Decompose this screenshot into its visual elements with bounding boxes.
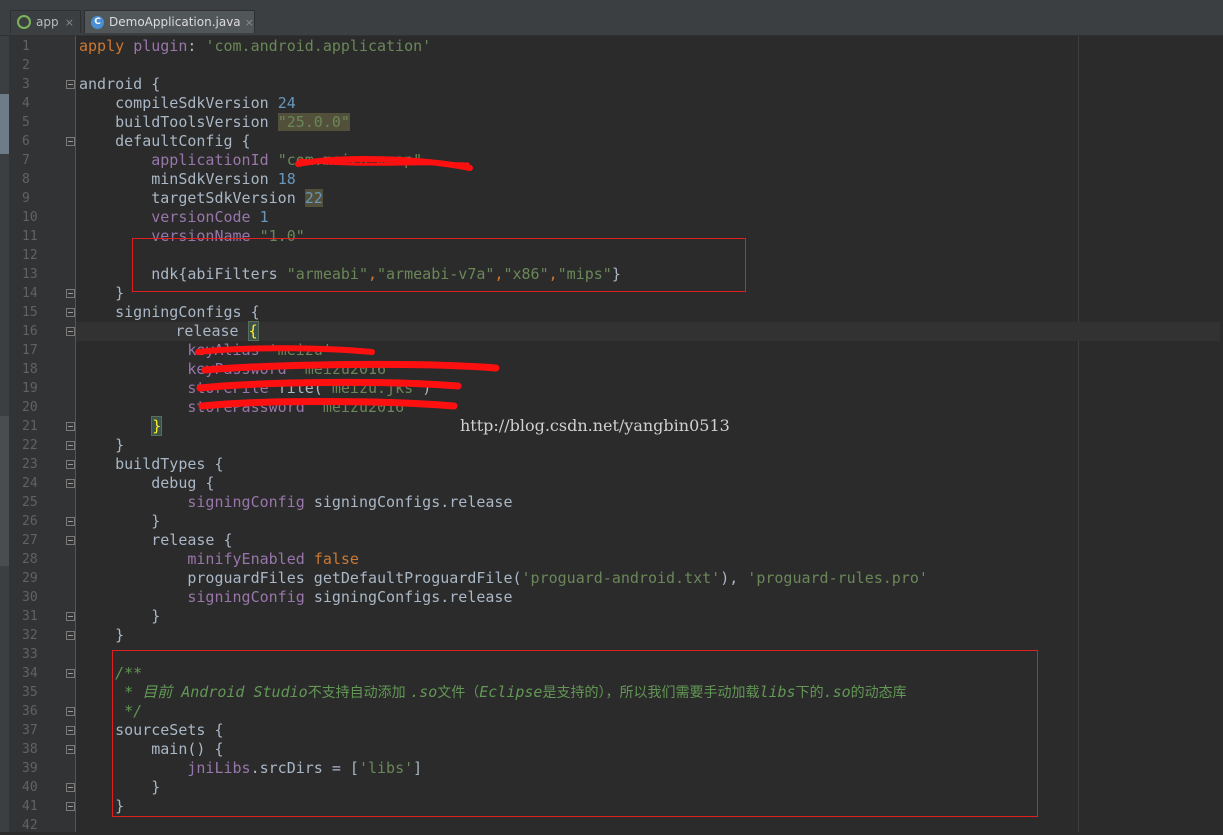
watermark-url: http://blog.csdn.net/yangbin0513 (460, 416, 730, 435)
